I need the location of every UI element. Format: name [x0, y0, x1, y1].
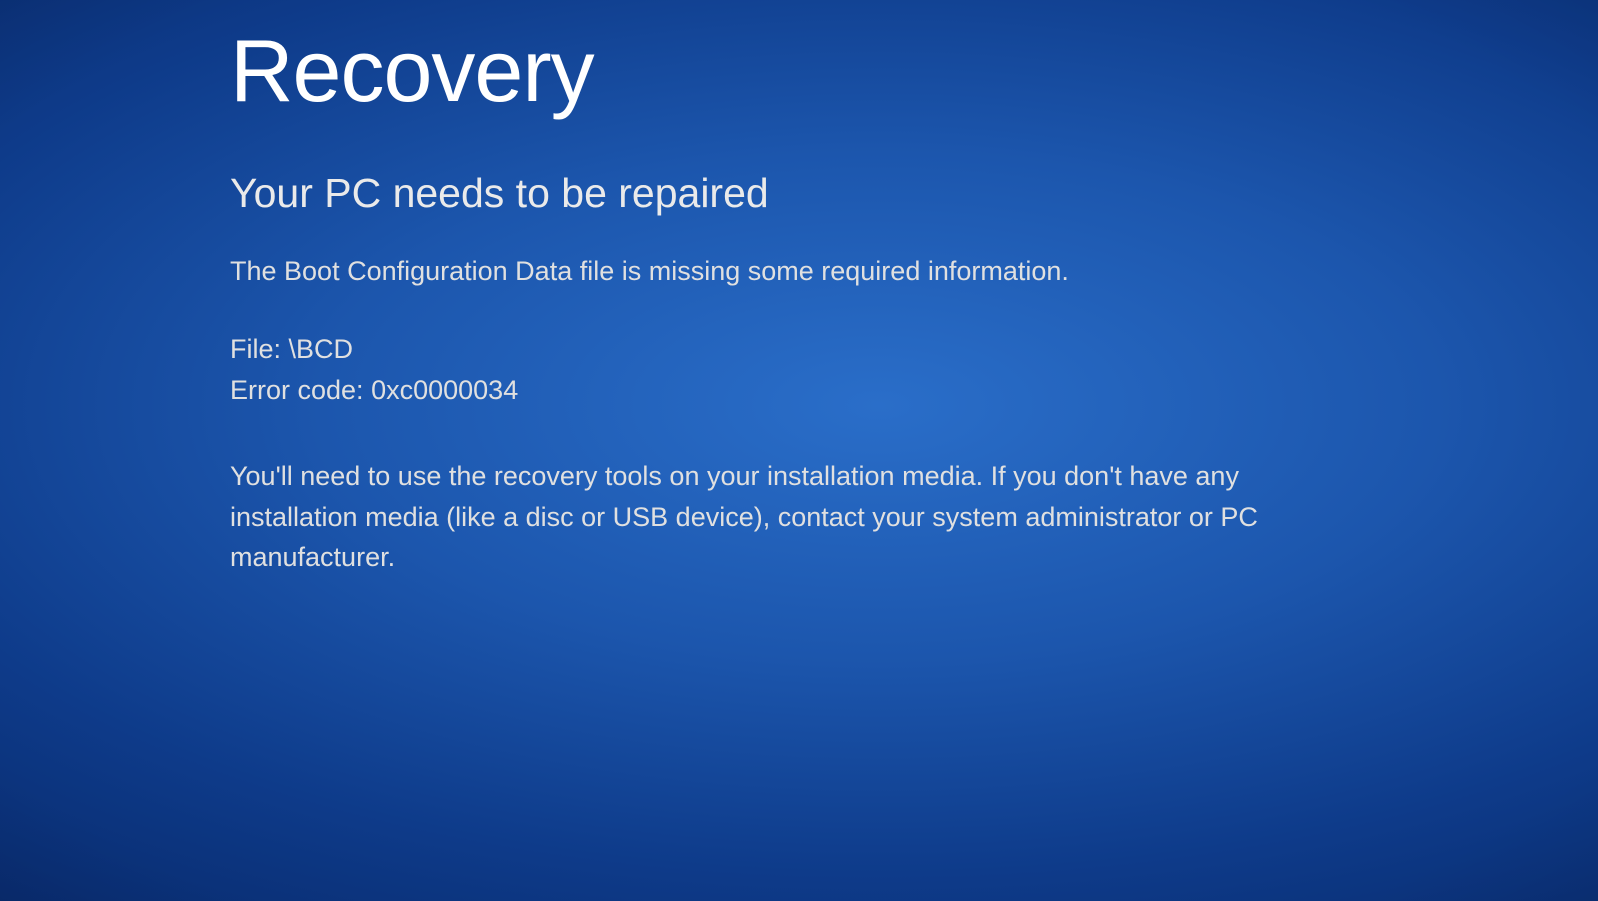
recovery-subtitle: Your PC needs to be repaired [230, 170, 1320, 217]
error-code-info: Error code: 0xc0000034 [230, 370, 1320, 411]
recovery-screen: Recovery Your PC needs to be repaired Th… [0, 0, 1320, 578]
recovery-instructions: You'll need to use the recovery tools on… [230, 456, 1280, 578]
file-value: \BCD [289, 334, 354, 364]
recovery-title: Recovery [230, 20, 1320, 122]
error-description: The Boot Configuration Data file is miss… [230, 253, 1320, 289]
file-info: File: \BCD [230, 329, 1320, 370]
error-code-value: 0xc0000034 [371, 375, 518, 405]
file-label: File: [230, 334, 281, 364]
error-code-label: Error code: [230, 375, 364, 405]
